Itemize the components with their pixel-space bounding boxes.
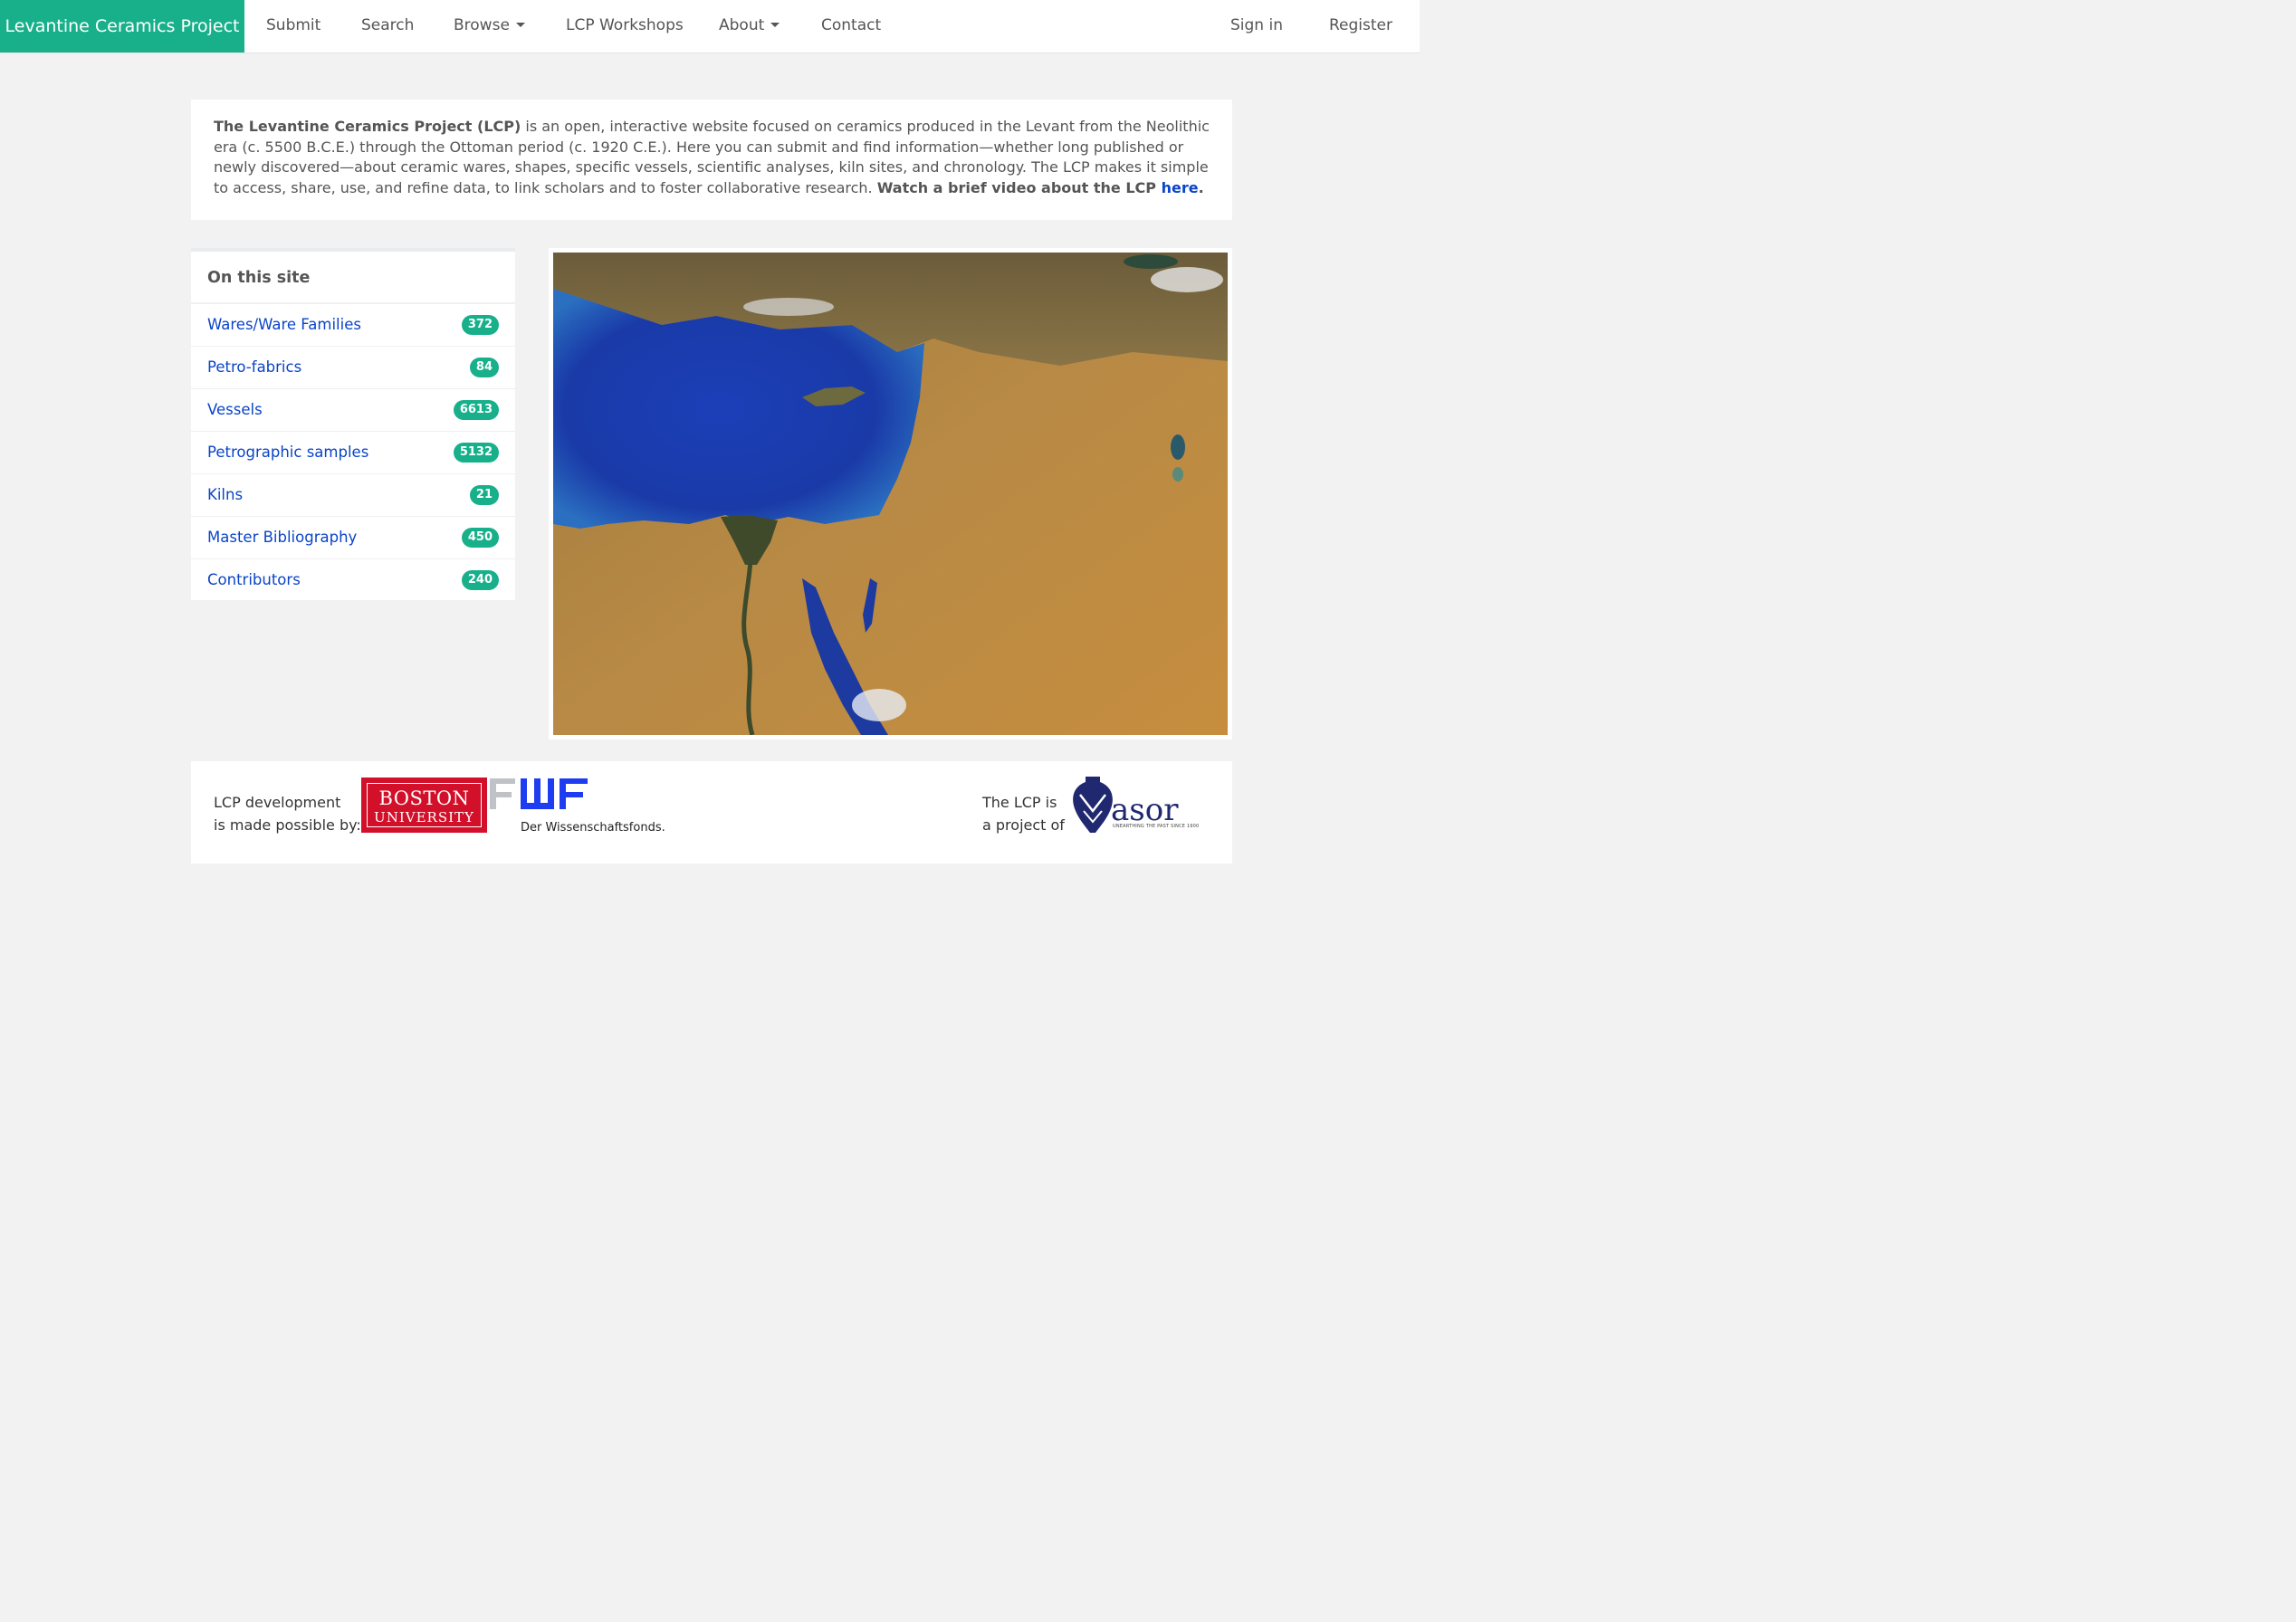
dev-text-line1: LCP development bbox=[214, 794, 341, 811]
asor-vase-icon[interactable] bbox=[1070, 775, 1115, 835]
sidebar-title: On this site bbox=[191, 252, 515, 304]
sidebar-item-wares[interactable]: Wares/Ware Families 372 bbox=[191, 304, 515, 347]
nav-browse-dropdown[interactable]: Browse bbox=[454, 0, 525, 52]
count-badge: 240 bbox=[461, 570, 499, 590]
nav-search[interactable]: Search bbox=[361, 0, 414, 52]
satellite-map-frame bbox=[549, 248, 1232, 739]
intro-lead: The Levantine Ceramics Project (LCP) bbox=[214, 118, 521, 135]
sidebar-item-label[interactable]: Master Bibliography bbox=[207, 529, 357, 546]
sidebar-item-vessels[interactable]: Vessels 6613 bbox=[191, 389, 515, 432]
satellite-map-image bbox=[553, 253, 1228, 735]
dev-text-line2: is made possible by: bbox=[214, 816, 361, 834]
intro-panel: The Levantine Ceramics Project (LCP) is … bbox=[191, 100, 1232, 220]
video-here-link[interactable]: here bbox=[1162, 179, 1199, 196]
project-text-line1: The LCP is bbox=[982, 794, 1057, 811]
count-badge: 450 bbox=[461, 528, 499, 548]
sidebar-item-label[interactable]: Contributors bbox=[207, 571, 301, 588]
sidebar-item-petro-fabrics[interactable]: Petro-fabrics 84 bbox=[191, 347, 515, 389]
register-link[interactable]: Register bbox=[1329, 0, 1392, 52]
intro-video-text: Watch a brief video about the LCP bbox=[876, 178, 1162, 196]
bu-logo-line1: BOSTON bbox=[378, 787, 470, 809]
sidebar-item-label[interactable]: Wares/Ware Families bbox=[207, 316, 361, 333]
brand-link[interactable]: Levantine Ceramics Project bbox=[0, 0, 244, 52]
nav-about-label: About bbox=[719, 16, 765, 34]
bu-logo-inner: BOSTON UNIVERSITY bbox=[367, 783, 482, 827]
nav-about-dropdown[interactable]: About bbox=[719, 0, 780, 52]
count-badge: 84 bbox=[469, 358, 499, 377]
boston-university-logo[interactable]: BOSTON UNIVERSITY bbox=[361, 778, 487, 833]
fwf-tagline: Der Wissenschaftsfonds. bbox=[521, 821, 665, 835]
sidebar-item-label[interactable]: Vessels bbox=[207, 401, 263, 418]
top-navbar: Levantine Ceramics Project Submit Search… bbox=[0, 0, 1420, 53]
fwf-logo[interactable] bbox=[490, 777, 598, 813]
sidebar-item-contributors[interactable]: Contributors 240 bbox=[191, 559, 515, 602]
sidebar-item-label[interactable]: Petro-fabrics bbox=[207, 358, 301, 376]
on-this-site-panel: On this site Wares/Ware Families 372 Pet… bbox=[191, 248, 515, 600]
count-badge: 6613 bbox=[453, 400, 499, 420]
sidebar-item-petrographic-samples[interactable]: Petrographic samples 5132 bbox=[191, 432, 515, 474]
sponsors-footer: LCP development is made possible by: BOS… bbox=[191, 761, 1232, 863]
count-badge: 372 bbox=[461, 315, 499, 335]
caret-down-icon bbox=[515, 23, 525, 27]
bu-logo-line2: UNIVERSITY bbox=[374, 809, 474, 825]
sidebar-item-label[interactable]: Petrographic samples bbox=[207, 444, 368, 461]
nav-contact[interactable]: Contact bbox=[821, 0, 881, 52]
asor-tagline: UNEARTHING THE PAST SINCE 1900 bbox=[1113, 824, 1200, 829]
sidebar-item-label[interactable]: Kilns bbox=[207, 486, 243, 503]
asor-logo-text[interactable]: asor bbox=[1111, 792, 1178, 828]
nav-lcp-workshops[interactable]: LCP Workshops bbox=[566, 0, 684, 52]
project-text-line2: a project of bbox=[982, 816, 1065, 834]
sidebar-item-master-bibliography[interactable]: Master Bibliography 450 bbox=[191, 517, 515, 559]
nav-submit[interactable]: Submit bbox=[266, 0, 320, 52]
intro-video-end: . bbox=[1198, 178, 1204, 196]
caret-down-icon bbox=[770, 23, 780, 27]
sign-in-link[interactable]: Sign in bbox=[1230, 0, 1283, 52]
nav-browse-label: Browse bbox=[454, 16, 510, 34]
count-badge: 21 bbox=[469, 485, 499, 505]
sidebar-item-kilns[interactable]: Kilns 21 bbox=[191, 474, 515, 517]
count-badge: 5132 bbox=[453, 443, 499, 463]
